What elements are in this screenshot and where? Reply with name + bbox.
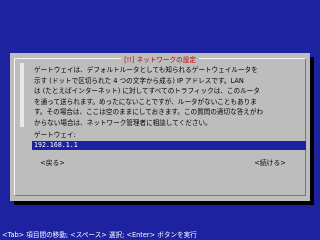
continue-button[interactable]: <続ける> [254, 157, 286, 167]
scrollbar[interactable] [20, 63, 24, 127]
gateway-input[interactable] [32, 141, 306, 150]
dialog-title-text: [!!] ネットワークの設定 [121, 56, 199, 64]
network-config-dialog: [!!] ネットワークの設定 ゲートウェイは、デフォルトルータとしても知られるゲ… [10, 53, 310, 201]
keyboard-help-bar: <Tab> 項目間の移動; <スペース> 選択; <Enter> ボタンを実行 [2, 231, 197, 239]
back-button[interactable]: <戻る> [40, 157, 65, 167]
gateway-label: ゲートウェイ: [34, 131, 76, 139]
dialog-title: [!!] ネットワークの設定 [15, 56, 305, 64]
gateway-description: ゲートウェイは、デフォルトルータとしても知られるゲートウェイルータを 示す (ド… [34, 66, 264, 127]
